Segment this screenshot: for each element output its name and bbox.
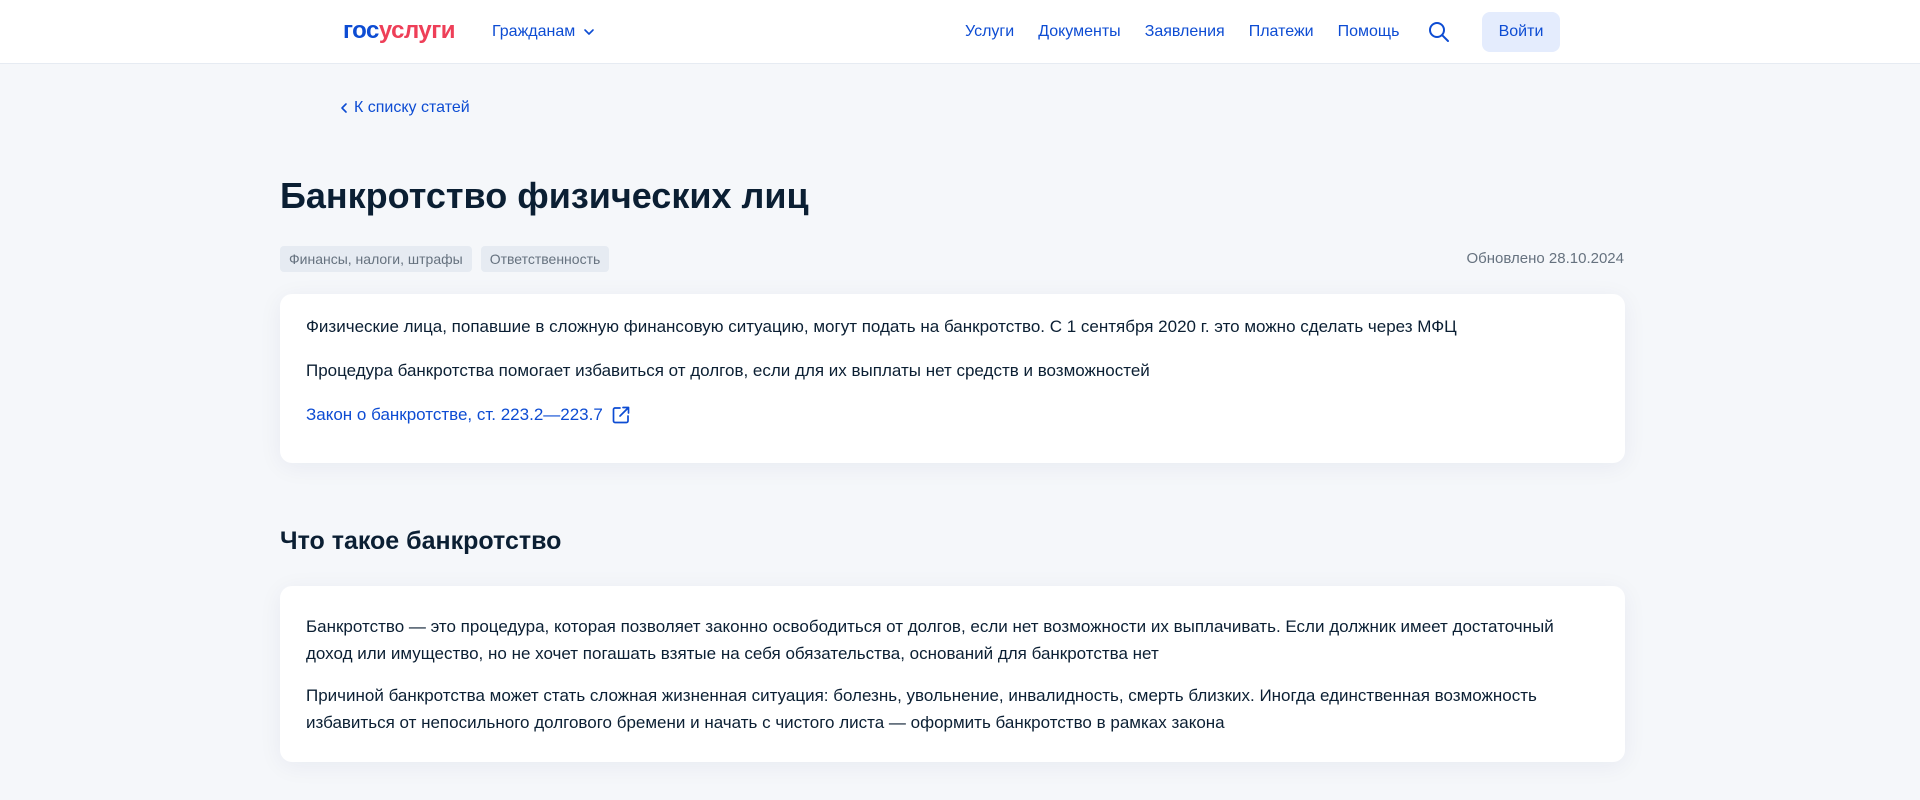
nav-services[interactable]: Услуги [965,20,1014,44]
site-header: госуслуги Гражданам Услуги Документы Зая… [0,0,1920,64]
page-title: Банкротство физических лиц [280,175,809,216]
back-link-label: К списку статей [354,99,470,116]
intro-card: Физические лица, попавшие в сложную фина… [280,294,1625,463]
search-icon[interactable] [1428,21,1450,43]
chevron-left-icon [341,103,347,113]
article-tags: Финансы, налоги, штрафы Ответственность [280,246,610,272]
external-link-icon [612,406,630,424]
bankruptcy-law-link[interactable]: Закон о банкротстве, ст. 223.2—223.7 [306,402,631,428]
updated-date: Обновлено 28.10.2024 [1466,250,1624,267]
section-title: Что такое банкротство [280,527,562,555]
citizens-dropdown[interactable]: Гражданам [492,20,595,44]
definition-paragraph-1: Банкротство — это процедура, которая поз… [306,617,1554,663]
chevron-down-icon [584,29,595,35]
nav-payments[interactable]: Платежи [1249,20,1314,44]
gosuslugi-logo[interactable]: госуслуги [343,16,456,46]
tag-responsibility[interactable]: Ответственность [480,246,610,272]
definition-paragraph-2: Причиной банкротства может стать сложная… [306,686,1537,732]
nav-help[interactable]: Помощь [1338,20,1400,44]
nav-applications[interactable]: Заявления [1145,20,1225,44]
login-button[interactable]: Войти [1482,12,1560,52]
nav-documents[interactable]: Документы [1038,20,1120,44]
logo-part-uslugi: услуги [378,17,456,44]
back-to-articles-link[interactable]: К списку статей [340,97,470,119]
main-nav: Услуги Документы Заявления Платежи Помощ… [965,20,1399,44]
logo-part-gos: гос [343,17,379,44]
tag-finance[interactable]: Финансы, налоги, штрафы [280,246,472,272]
law-link-label: Закон о банкротстве, ст. 223.2—223.7 [306,405,603,424]
citizens-dropdown-label: Гражданам [492,23,576,40]
definition-card: Банкротство — это процедура, которая поз… [280,586,1625,762]
intro-paragraph-1: Физические лица, попавшие в сложную фина… [306,317,1457,336]
intro-paragraph-2: Процедура банкротства помогает избавитьс… [306,361,1150,380]
